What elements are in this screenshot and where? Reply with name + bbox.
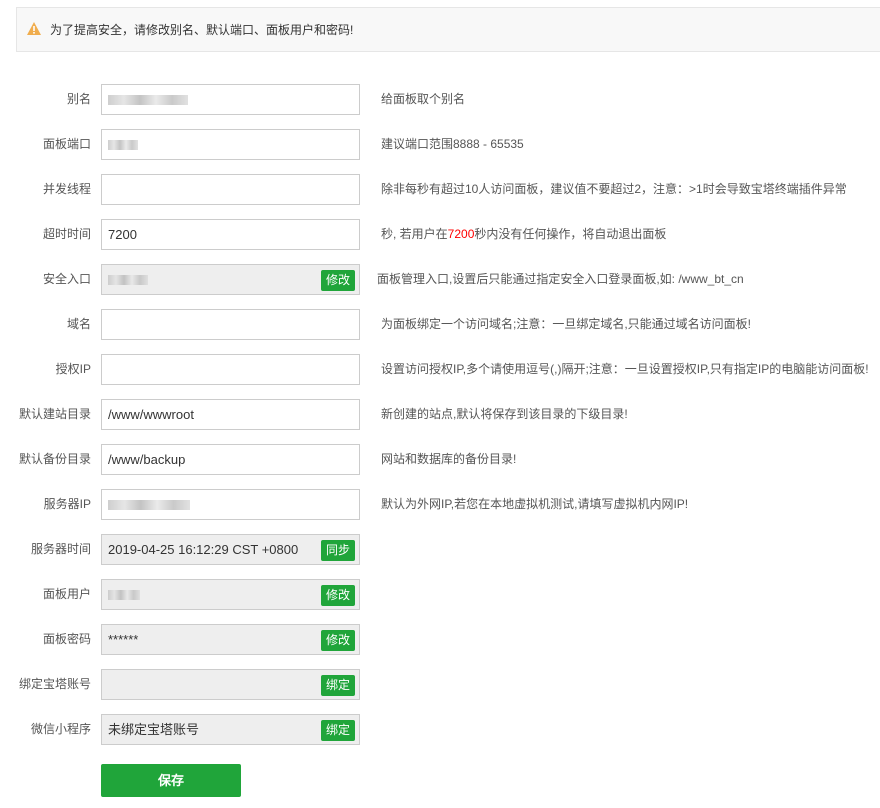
wechat-value: 未绑定宝塔账号: [108, 715, 353, 744]
row-server-ip: 服务器IP 默认为外网IP,若您在本地虚拟机测试,请填写虚拟机内网IP!: [0, 489, 880, 520]
wechat-bind-button[interactable]: 绑定: [321, 720, 355, 741]
entry-modify-button[interactable]: 修改: [321, 270, 355, 291]
redacted-value: [108, 500, 190, 510]
entry-label: 安全入口: [0, 264, 91, 295]
panel-user-modify-button[interactable]: 修改: [321, 585, 355, 606]
threads-input[interactable]: [101, 174, 360, 205]
row-server-time: 服务器时间 2019-04-25 16:12:29 CST +0800 同步: [0, 534, 880, 565]
panel-password-label: 面板密码: [0, 624, 91, 655]
auth-ip-hint: 设置访问授权IP,多个请使用逗号(,)隔开;注意：一旦设置授权IP,只有指定IP…: [381, 354, 869, 385]
warning-icon: [27, 22, 41, 35]
redacted-value: [108, 140, 138, 150]
row-bt-account: 绑定宝塔账号 绑定: [0, 669, 880, 700]
redacted-value: [108, 590, 140, 600]
alias-hint: 给面板取个别名: [381, 84, 465, 115]
timeout-hint: 秒, 若用户在7200秒内没有任何操作，将自动退出面板: [381, 219, 666, 250]
threads-label: 并发线程: [0, 174, 91, 205]
panel-user-label: 面板用户: [0, 579, 91, 610]
server-time-field: 2019-04-25 16:12:29 CST +0800 同步: [101, 534, 360, 565]
wechat-label: 微信小程序: [0, 714, 91, 745]
panel-password-modify-button[interactable]: 修改: [321, 630, 355, 651]
alert-text: 为了提高安全，请修改别名、默认端口、面板用户和密码!: [50, 22, 353, 38]
timeout-input[interactable]: [101, 219, 360, 250]
row-domain: 域名 为面板绑定一个访问域名;注意：一旦绑定域名,只能通过域名访问面板!: [0, 309, 880, 340]
auth-ip-label: 授权IP: [0, 354, 91, 385]
server-time-value: 2019-04-25 16:12:29 CST +0800: [108, 535, 353, 564]
row-site-dir: 默认建站目录 新创建的站点,默认将保存到该目录的下级目录!: [0, 399, 880, 430]
row-backup-dir: 默认备份目录 网站和数据库的备份目录!: [0, 444, 880, 475]
alias-label: 别名: [0, 84, 91, 115]
row-timeout: 超时时间 秒, 若用户在7200秒内没有任何操作，将自动退出面板: [0, 219, 880, 250]
redacted-value: [108, 95, 188, 105]
row-panel-password: 面板密码 ****** 修改: [0, 624, 880, 655]
site-dir-input[interactable]: [101, 399, 360, 430]
bt-account-field: 绑定: [101, 669, 360, 700]
backup-dir-label: 默认备份目录: [0, 444, 91, 475]
row-port: 面板端口 建议端口范围8888 - 65535: [0, 129, 880, 160]
auth-ip-input[interactable]: [101, 354, 360, 385]
bt-account-label: 绑定宝塔账号: [0, 669, 91, 700]
server-ip-input[interactable]: [101, 489, 360, 520]
row-panel-user: 面板用户 修改: [0, 579, 880, 610]
timeout-hint-after: 秒内没有任何操作，将自动退出面板: [474, 227, 666, 241]
port-hint: 建议端口范围8888 - 65535: [381, 129, 524, 160]
entry-field: 修改: [101, 264, 360, 295]
bt-account-bind-button[interactable]: 绑定: [321, 675, 355, 696]
entry-hint: 面板管理入口,设置后只能通过指定安全入口登录面板,如: /www_bt_cn: [377, 264, 744, 295]
row-threads: 并发线程 除非每秒有超过10人访问面板，建议值不要超过2，注意：>1时会导致宝塔…: [0, 174, 880, 205]
site-dir-hint: 新创建的站点,默认将保存到该目录的下级目录!: [381, 399, 628, 430]
panel-user-field: 修改: [101, 579, 360, 610]
save-button[interactable]: 保存: [101, 764, 241, 797]
security-alert: 为了提高安全，请修改别名、默认端口、面板用户和密码!: [16, 7, 880, 52]
domain-label: 域名: [0, 309, 91, 340]
redacted-value: [108, 275, 148, 285]
server-ip-label: 服务器IP: [0, 489, 91, 520]
sync-time-button[interactable]: 同步: [321, 540, 355, 561]
row-alias: 别名 给面板取个别名: [0, 84, 880, 115]
server-time-label: 服务器时间: [0, 534, 91, 565]
panel-settings-page: 为了提高安全，请修改别名、默认端口、面板用户和密码! 别名 给面板取个别名 面板…: [0, 0, 880, 808]
backup-dir-hint: 网站和数据库的备份目录!: [381, 444, 516, 475]
site-dir-label: 默认建站目录: [0, 399, 91, 430]
threads-hint: 除非每秒有超过10人访问面板，建议值不要超过2，注意：>1时会导致宝塔终端插件异…: [381, 174, 847, 205]
timeout-hint-before: 秒, 若用户在: [381, 227, 448, 241]
row-security-entry: 安全入口 修改 面板管理入口,设置后只能通过指定安全入口登录面板,如: /www…: [0, 264, 880, 295]
timeout-hint-value: 7200: [448, 227, 475, 241]
panel-password-value: ******: [108, 625, 353, 654]
domain-hint: 为面板绑定一个访问域名;注意：一旦绑定域名,只能通过域名访问面板!: [381, 309, 751, 340]
backup-dir-input[interactable]: [101, 444, 360, 475]
alias-input[interactable]: [101, 84, 360, 115]
row-wechat: 微信小程序 未绑定宝塔账号 绑定: [0, 714, 880, 745]
server-ip-hint: 默认为外网IP,若您在本地虚拟机测试,请填写虚拟机内网IP!: [381, 489, 688, 520]
wechat-field: 未绑定宝塔账号 绑定: [101, 714, 360, 745]
panel-password-field: ****** 修改: [101, 624, 360, 655]
row-auth-ip: 授权IP 设置访问授权IP,多个请使用逗号(,)隔开;注意：一旦设置授权IP,只…: [0, 354, 880, 385]
timeout-label: 超时时间: [0, 219, 91, 250]
port-label: 面板端口: [0, 129, 91, 160]
domain-input[interactable]: [101, 309, 360, 340]
port-input[interactable]: [101, 129, 360, 160]
